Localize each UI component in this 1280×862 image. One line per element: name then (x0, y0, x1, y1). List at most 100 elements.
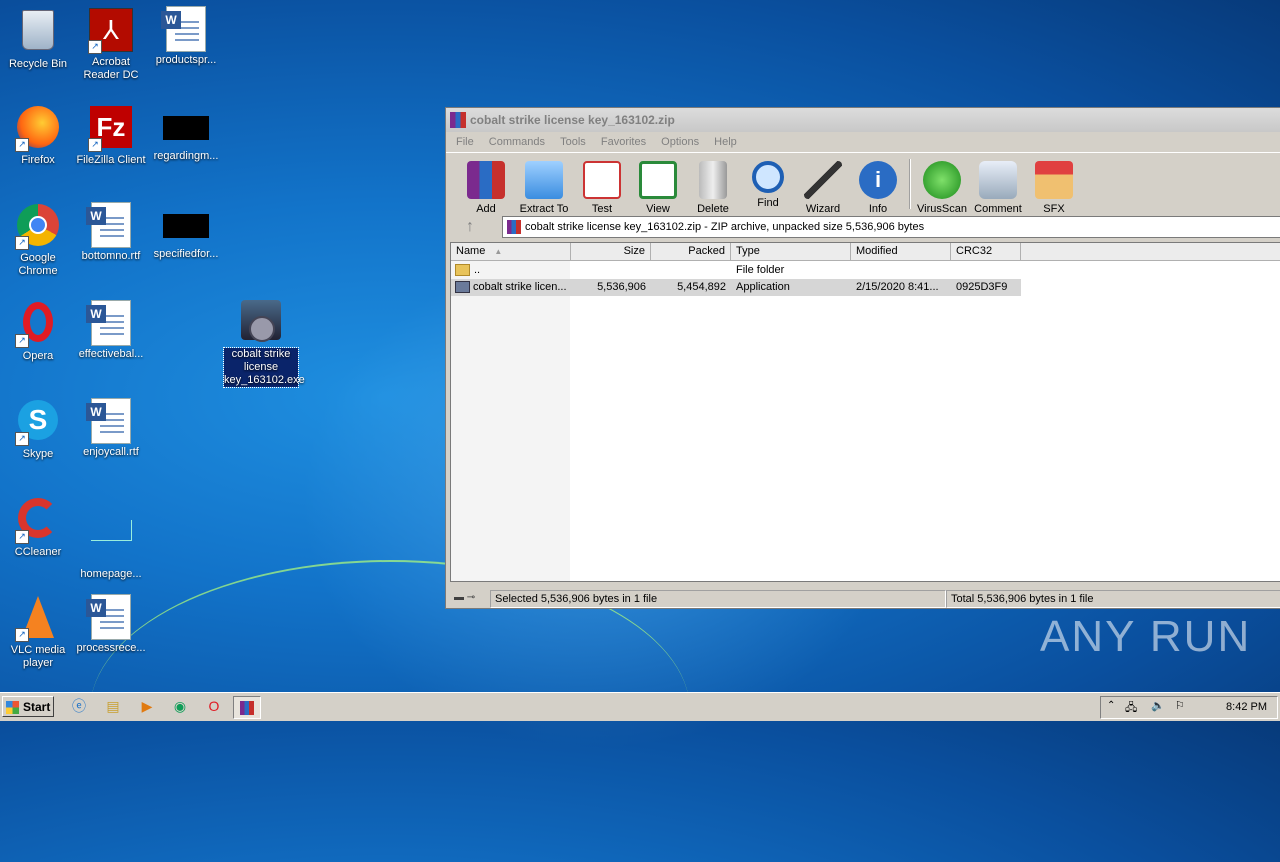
desktop-icon-bottomno[interactable]: W bottomno.rtf (73, 202, 149, 263)
desktop-icon-effectivebal[interactable]: W effectivebal... (73, 300, 149, 361)
acrobat-icon: ⅄ ↗ (88, 8, 134, 54)
start-button[interactable]: Start (2, 696, 54, 717)
path-field[interactable]: cobalt strike license key_163102.zip - Z… (502, 216, 1280, 238)
clock[interactable]: 8:42 PM (1226, 697, 1267, 718)
desktop-icon-recycle-bin[interactable]: Recycle Bin (0, 6, 76, 71)
filezilla-icon: Fz ↗ (88, 106, 134, 152)
desktop-icon-processrece[interactable]: W processrece... (73, 594, 149, 655)
network-icon[interactable]: 🖧 (1125, 699, 1137, 718)
skype-icon: S ↗ (15, 400, 61, 446)
magic-wand-icon (804, 161, 842, 199)
delete-button[interactable]: Delete (685, 155, 741, 215)
installer-icon (238, 300, 284, 346)
opera-taskbar-icon[interactable]: O (201, 696, 227, 717)
blank-file-icon (88, 520, 134, 566)
winrar-icon (240, 701, 254, 716)
folder-up-icon (455, 264, 470, 277)
desktop-icon-homepage[interactable]: homepage... (73, 496, 149, 581)
sort-arrow-icon: ▲ (494, 247, 503, 256)
trash-icon (699, 161, 727, 199)
column-name[interactable]: Name ▲ (451, 243, 571, 260)
volume-icon[interactable]: 🔈 (1151, 699, 1165, 712)
word-document-icon: W (86, 594, 134, 640)
desktop-icon-vlc[interactable]: ↗ VLC media player (0, 594, 76, 670)
add-archive-icon (467, 161, 505, 199)
desktop-icon-filezilla[interactable]: Fz ↗ FileZilla Client (73, 104, 149, 167)
desktop-icon-regardingm[interactable]: regardingm... (148, 104, 224, 163)
desktop-icon-enjoycall[interactable]: W enjoycall.rtf (73, 398, 149, 459)
table-row[interactable]: .. File folder (451, 262, 1021, 279)
folder-icon (525, 161, 563, 199)
menu-commands[interactable]: Commands (489, 136, 545, 148)
file-list: Name ▲ Size Packed Type Modified CRC32 .… (450, 242, 1280, 582)
sfx-button[interactable]: SFX (1026, 155, 1082, 215)
menu-file[interactable]: File (456, 136, 474, 148)
media-player-icon[interactable]: ▶ (134, 696, 160, 717)
column-size[interactable]: Size (571, 243, 651, 260)
column-crc32[interactable]: CRC32 (951, 243, 1021, 260)
menu-favorites[interactable]: Favorites (601, 136, 646, 148)
archive-icon (507, 220, 521, 234)
status-total: Total 5,536,906 bytes in 1 file (946, 590, 1280, 608)
menu-help[interactable]: Help (714, 136, 737, 148)
vlc-cone-icon: ↗ (15, 596, 61, 642)
view-button[interactable]: View (630, 155, 686, 215)
info-icon: i (859, 161, 897, 199)
action-center-flag-icon[interactable]: ⚐ (1175, 699, 1185, 712)
anyrun-watermark: ANY RUN (1040, 612, 1252, 661)
column-headers: Name ▲ Size Packed Type Modified CRC32 (451, 243, 1280, 261)
windows-flag-icon (6, 701, 19, 714)
opera-icon: ↗ (15, 302, 61, 348)
desktop-icon-opera[interactable]: ↗ Opera (0, 300, 76, 363)
desktop-icon-specifiedfor[interactable]: specifiedfor... (148, 202, 224, 261)
chrome-icon: ↗ (15, 204, 61, 250)
window-title: cobalt strike license key_163102.zip (470, 113, 675, 127)
file-explorer-icon[interactable]: ▤ (100, 696, 126, 717)
word-document-icon: W (161, 6, 209, 52)
menu-bar: File Commands Tools Favorites Options He… (446, 132, 1280, 152)
winrar-taskbar-button[interactable] (233, 696, 261, 719)
system-tray: ⌃ 🖧 🔈 ⚐ 8:42 PM (1100, 696, 1278, 719)
magnifier-icon (752, 161, 784, 193)
comment-button[interactable]: Comment (970, 155, 1026, 215)
internet-explorer-icon[interactable]: ⓔ (66, 696, 92, 717)
info-button[interactable]: i Info (850, 155, 906, 215)
address-bar: ↑ cobalt strike license key_163102.zip -… (450, 216, 1280, 238)
add-button[interactable]: Add (458, 155, 514, 215)
firefox-icon: ↗ (15, 106, 61, 152)
redacted-thumbnail (163, 214, 209, 238)
desktop-icon-productspr[interactable]: W productspr... (148, 6, 224, 67)
sfx-box-icon (1035, 161, 1073, 199)
word-document-icon: W (86, 300, 134, 346)
column-type[interactable]: Type (731, 243, 851, 260)
winrar-window: cobalt strike license key_163102.zip Fil… (445, 107, 1280, 609)
window-titlebar[interactable]: cobalt strike license key_163102.zip (446, 108, 1280, 132)
name-column-shade (451, 261, 570, 581)
word-document-icon: W (86, 202, 134, 248)
desktop-icon-cobalt-exe[interactable]: cobalt strike license key_163102.exe (223, 298, 305, 388)
column-modified[interactable]: Modified (851, 243, 951, 260)
table-row[interactable]: cobalt strike licen... 5,536,906 5,454,8… (451, 279, 1021, 296)
comment-icon (979, 161, 1017, 199)
desktop-icon-google-chrome[interactable]: ↗ Google Chrome (0, 202, 76, 278)
desktop-icon-ccleaner[interactable]: ↗ CCleaner (0, 496, 76, 559)
path-text: cobalt strike license key_163102.zip - Z… (525, 221, 925, 233)
virusscan-button[interactable]: VirusScan (914, 155, 970, 215)
show-hidden-icons-icon[interactable]: ⌃ (1107, 700, 1115, 711)
column-packed[interactable]: Packed (651, 243, 731, 260)
extract-to-button[interactable]: Extract To (514, 155, 574, 215)
chrome-taskbar-icon[interactable]: ◉ (167, 696, 193, 717)
redacted-thumbnail (163, 116, 209, 140)
winrar-icon (450, 112, 466, 128)
desktop-icon-skype[interactable]: S ↗ Skype (0, 398, 76, 461)
menu-options[interactable]: Options (661, 136, 699, 148)
desktop-icon-firefox[interactable]: ↗ Firefox (0, 104, 76, 167)
menu-tools[interactable]: Tools (560, 136, 586, 148)
test-button[interactable]: Test (574, 155, 630, 215)
recycle-bin-icon (15, 10, 61, 56)
desktop-icon-acrobat[interactable]: ⅄ ↗ Acrobat Reader DC (73, 6, 149, 82)
toolbar-separator (909, 159, 911, 209)
find-button[interactable]: Find (740, 155, 796, 209)
wizard-button[interactable]: Wizard (795, 155, 851, 215)
up-arrow-icon[interactable]: ↑ (450, 216, 490, 238)
